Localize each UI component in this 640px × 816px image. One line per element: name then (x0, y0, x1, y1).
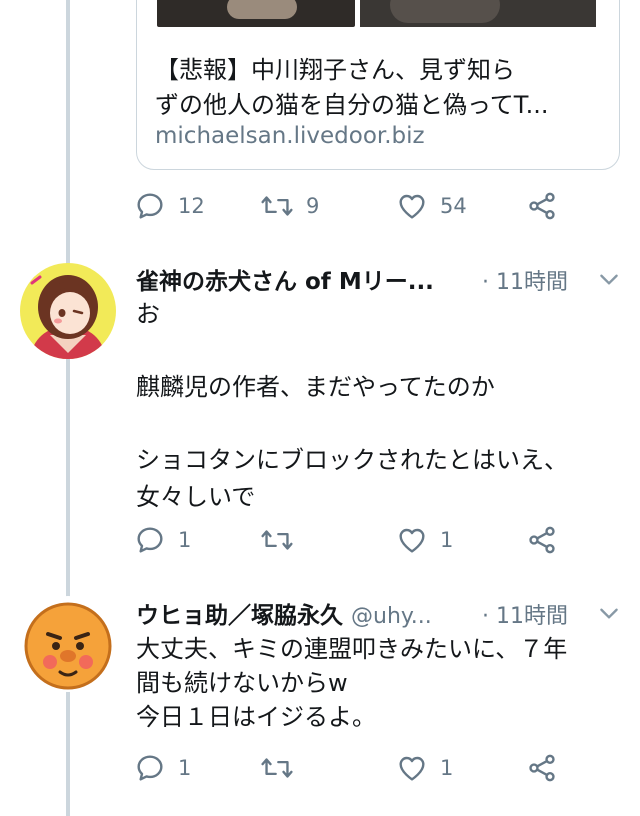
tweet-line: 女々しいで (136, 482, 256, 511)
tweet-actions: 12 9 54 (134, 188, 564, 224)
link-title-line: ずの他人の猫を自分の猫と偽ってT... (155, 91, 549, 119)
share-button[interactable] (526, 188, 558, 224)
share-icon (526, 752, 558, 784)
tweet-line (136, 333, 622, 370)
retweet-button[interactable] (260, 522, 306, 558)
tweet-line: 大丈夫、キミの連盟叩きみたいに、７年 (136, 635, 568, 663)
share-button[interactable] (526, 522, 558, 558)
share-button[interactable] (526, 750, 558, 786)
tweet-line: 今日１日はイジるよ。 (136, 703, 376, 731)
reply-icon (134, 752, 166, 784)
tweet-text: お 麒麟児の作者、まだやってたのか ショコタンにブロックされたとはいえ、 女々し… (136, 296, 622, 515)
like-button[interactable]: 1 (396, 750, 453, 786)
tweet-line (136, 406, 622, 443)
like-button[interactable]: 54 (396, 188, 467, 224)
tweet-line: 間も続けないからw (136, 669, 348, 697)
thread-line (66, 0, 70, 816)
link-preview-domain: michaelsan.livedoor.biz (155, 123, 425, 149)
tweet-line: ショコタンにブロックされたとはいえ、 (136, 446, 568, 474)
handle: @uhy... (351, 604, 432, 629)
like-count: 1 (440, 756, 454, 780)
tweet-actions: 1 1 (134, 750, 564, 786)
retweet-icon (260, 752, 294, 784)
tweet-line: 麒麟児の作者、まだやってたのか (136, 373, 495, 401)
like-button[interactable]: 1 (396, 522, 453, 558)
link-preview-image (137, 0, 619, 31)
retweet-button[interactable]: 9 (260, 188, 319, 224)
display-name[interactable]: 雀神の赤犬さん of Mリー... (136, 262, 434, 296)
reply-count: 1 (178, 756, 192, 780)
like-icon (396, 752, 428, 784)
reply-icon (134, 190, 166, 222)
like-count: 54 (440, 194, 467, 218)
link-title-line: 【悲報】中川翔子さん、見ず知ら (155, 56, 515, 84)
share-icon (526, 524, 558, 556)
reply-button[interactable]: 1 (134, 522, 191, 558)
tweet-header: 雀神の赤犬さん of Mリー... · 11時間 (136, 262, 620, 298)
chevron-down-icon[interactable] (596, 602, 622, 628)
reply-icon (134, 524, 166, 556)
like-icon (396, 190, 428, 222)
like-count: 1 (440, 528, 454, 552)
tweet-text: 大丈夫、キミの連盟叩きみたいに、７年 間も続けないからw 今日１日はイジるよ。 (136, 632, 622, 734)
tweet-actions: 1 1 (134, 522, 564, 558)
display-name[interactable]: ウヒョ助／塚脇永久 @uhy... (136, 596, 432, 630)
retweet-icon (260, 524, 294, 556)
retweet-icon (260, 190, 294, 222)
avatar[interactable] (20, 263, 116, 359)
avatar[interactable] (20, 596, 116, 692)
chevron-down-icon[interactable] (596, 268, 622, 294)
timestamp[interactable]: · 11時間 (482, 598, 568, 630)
reply-button[interactable]: 1 (134, 750, 191, 786)
retweet-count: 9 (306, 194, 320, 218)
retweet-button[interactable] (260, 750, 306, 786)
like-icon (396, 524, 428, 556)
reply-count: 12 (178, 194, 205, 218)
share-icon (526, 190, 558, 222)
reply-button[interactable]: 12 (134, 188, 205, 224)
tweet-header: ウヒョ助／塚脇永久 @uhy... · 11時間 (136, 596, 620, 632)
link-preview-card[interactable]: 【悲報】中川翔子さん、見ず知ら ずの他人の猫を自分の猫と偽ってT... mich… (136, 0, 620, 170)
tweet-line: お (136, 300, 160, 328)
timestamp[interactable]: · 11時間 (482, 264, 568, 296)
reply-count: 1 (178, 528, 192, 552)
link-preview-title: 【悲報】中川翔子さん、見ず知ら ずの他人の猫を自分の猫と偽ってT... (155, 53, 575, 123)
